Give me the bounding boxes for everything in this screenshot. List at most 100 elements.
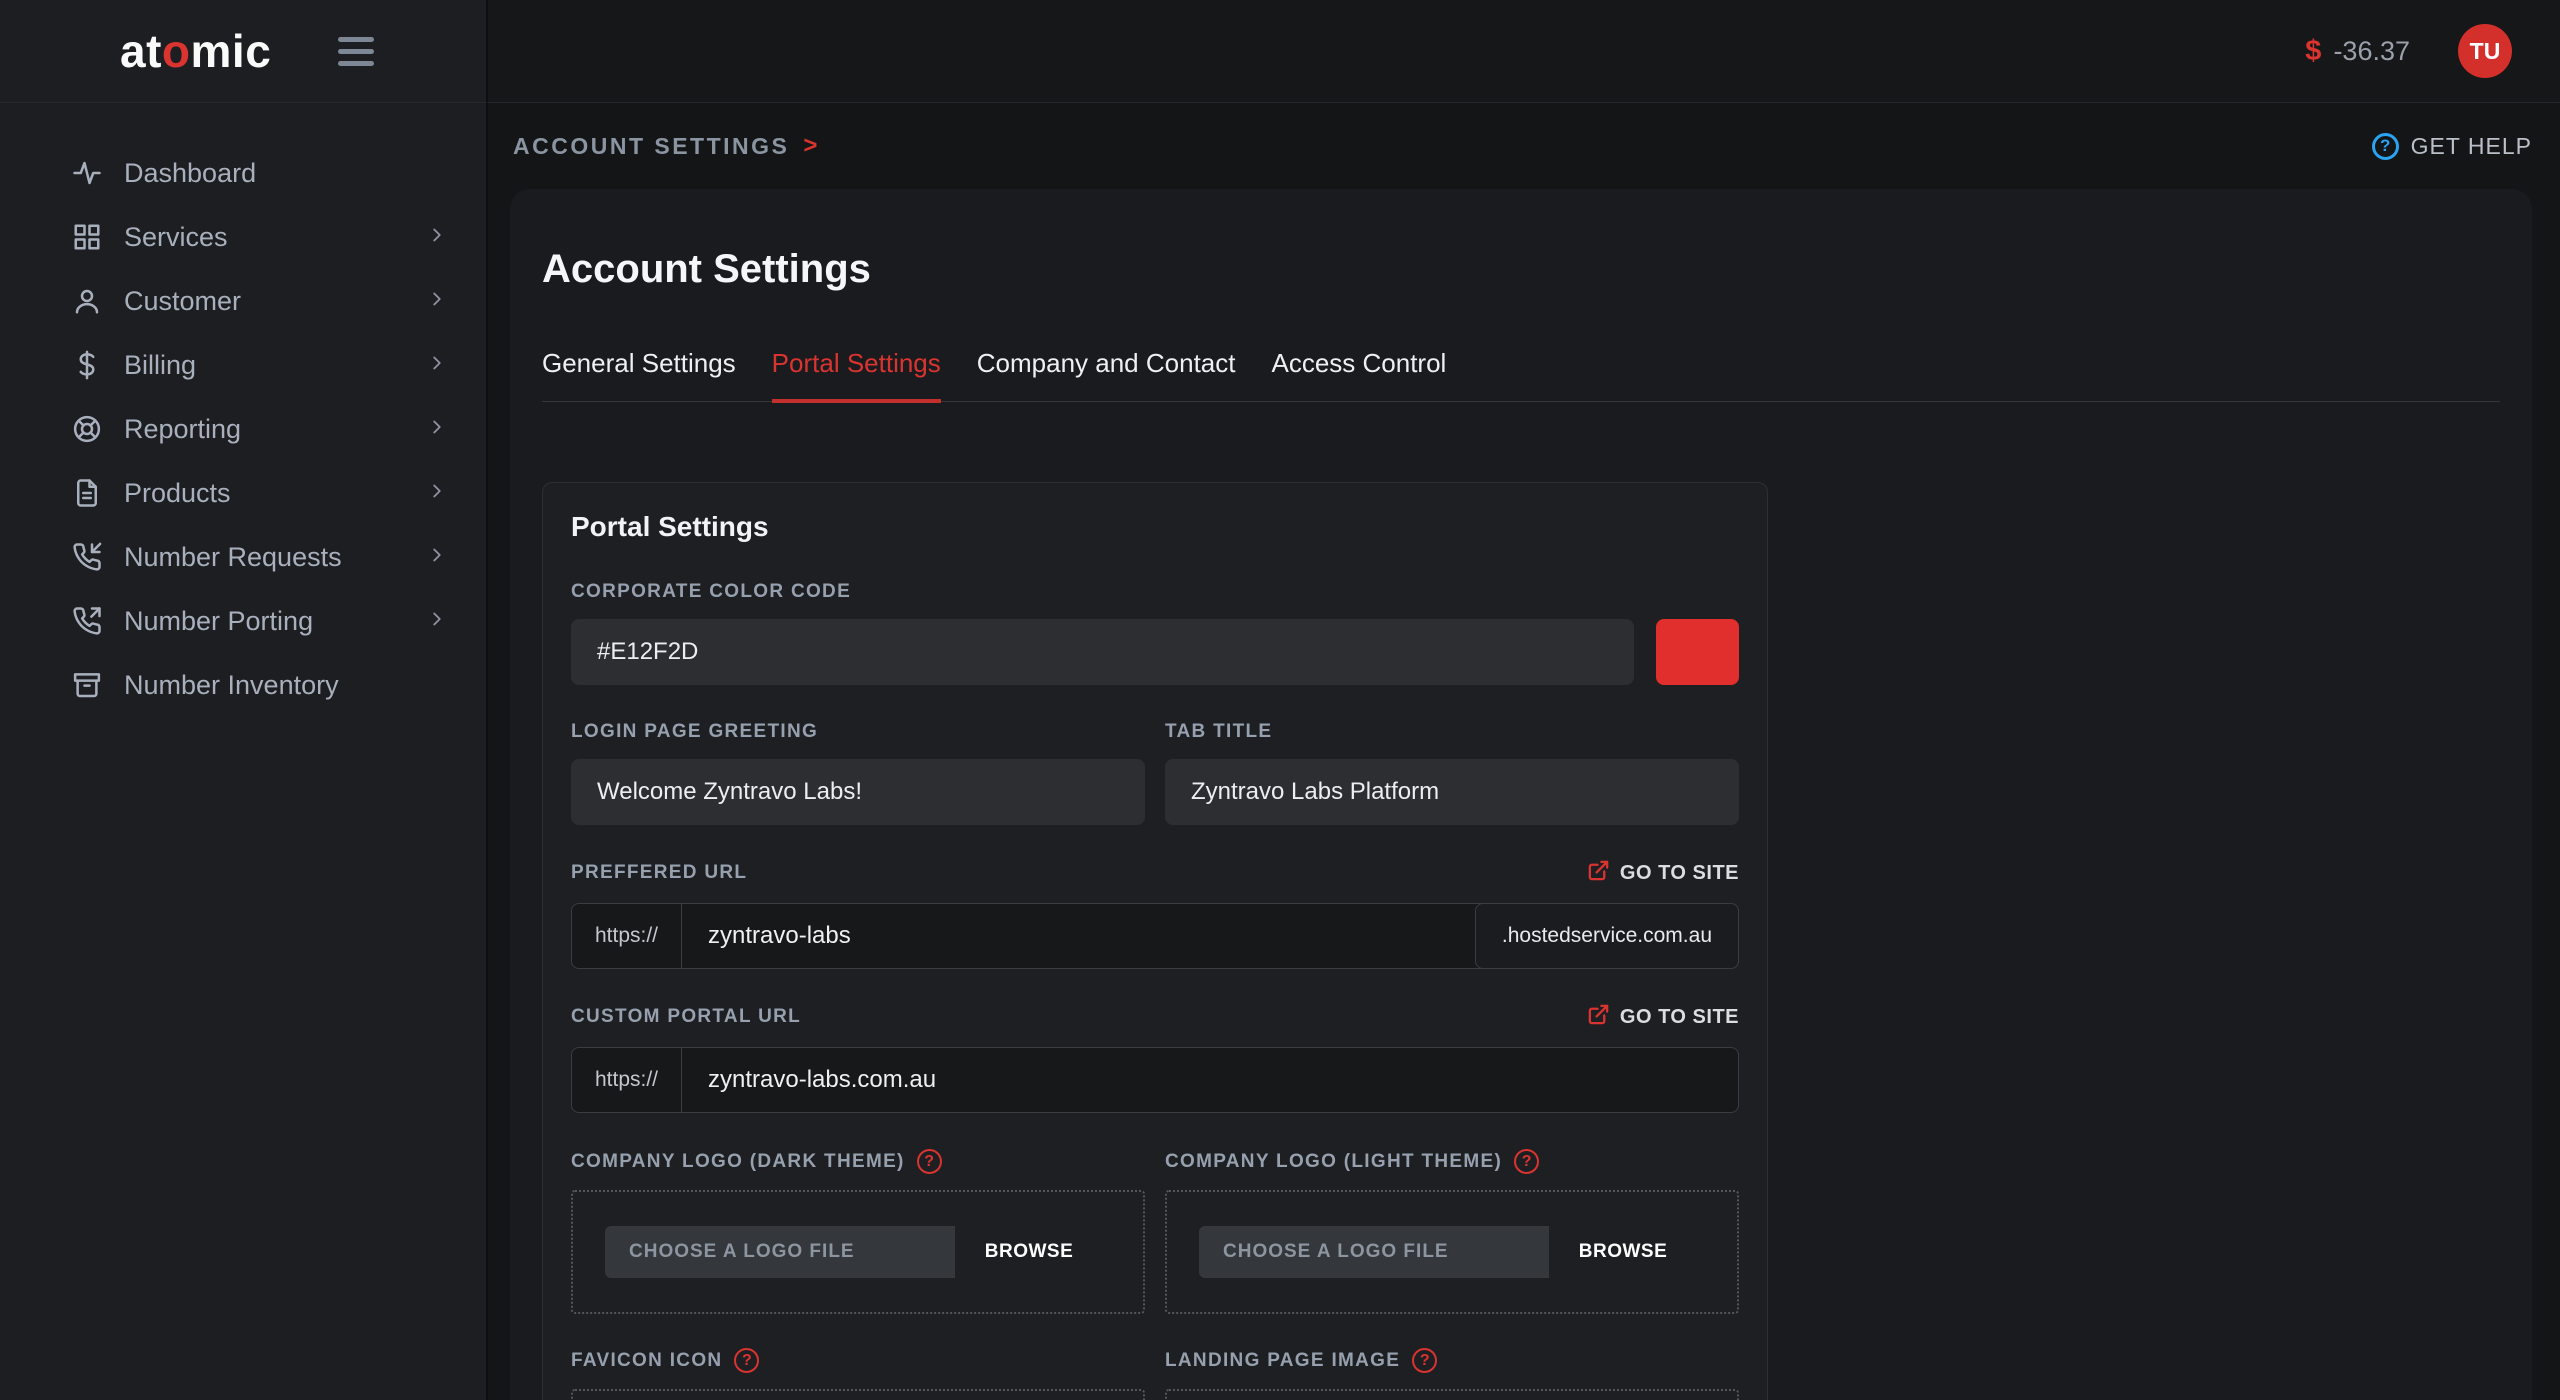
file-picker[interactable]: CHOOSE A LOGO FILE BROWSE <box>1199 1226 1697 1278</box>
breadcrumb-label: ACCOUNT SETTINGS <box>513 133 789 160</box>
external-link-icon <box>1587 859 1610 887</box>
atomic-logo: atomic <box>120 24 271 78</box>
preferred-url-label-row: PREFFERED URL GO TO SITE <box>571 859 1739 887</box>
portal-settings-card: Portal Settings CORPORATE COLOR CODE LOG… <box>542 482 1768 1400</box>
breadcrumb[interactable]: ACCOUNT SETTINGS > <box>513 132 817 160</box>
landing-page-image-label: LANDING PAGE IMAGE <box>1165 1350 1400 1372</box>
go-to-site-label: GO TO SITE <box>1620 862 1739 885</box>
sidebar-item-services[interactable]: Services <box>0 205 486 269</box>
chevron-right-icon <box>426 478 448 509</box>
sidebar-item-dashboard[interactable]: Dashboard <box>0 141 486 205</box>
color-swatch[interactable] <box>1656 619 1739 685</box>
menu-toggle-icon[interactable] <box>338 37 374 66</box>
color-code-label-row: CORPORATE COLOR CODE <box>571 581 1739 603</box>
account-balance: $ -36.37 <box>2305 35 2410 68</box>
company-logo-dark-field: COMPANY LOGO (DARK THEME) ? CHOOSE A LOG… <box>571 1149 1145 1314</box>
sidebar-item-billing[interactable]: Billing <box>0 333 486 397</box>
sidebar-item-label: Products <box>124 478 231 509</box>
sidebar-item-label: Number Requests <box>124 542 342 573</box>
preferred-url-input[interactable] <box>682 904 1476 968</box>
archive-icon <box>72 670 102 700</box>
custom-url-label: CUSTOM PORTAL URL <box>571 1006 801 1028</box>
get-help-label: GET HELP <box>2411 133 2532 160</box>
preferred-url-label: PREFFERED URL <box>571 862 747 884</box>
greeting-row: LOGIN PAGE GREETING TAB TITLE <box>571 721 1739 825</box>
sidebar-item-products[interactable]: Products <box>0 461 486 525</box>
favicon-field: FAVICON ICON ? CHOOSE AN ICON FILE BROWS… <box>571 1348 1145 1400</box>
file-picker[interactable]: CHOOSE A LOGO FILE BROWSE <box>605 1226 1103 1278</box>
company-logo-light-dropzone[interactable]: CHOOSE A LOGO FILE BROWSE <box>1165 1190 1739 1314</box>
sidebar-item-label: Dashboard <box>124 158 256 189</box>
tab-access-control[interactable]: Access Control <box>1271 348 1446 401</box>
favicon-upload-row: FAVICON ICON ? CHOOSE AN ICON FILE BROWS… <box>571 1348 1739 1400</box>
url-domain-suffix: .hostedservice.com.au <box>1475 903 1739 969</box>
chevron-right-icon <box>426 542 448 573</box>
custom-url-input[interactable] <box>682 1048 1738 1112</box>
browse-button[interactable]: BROWSE <box>955 1226 1103 1278</box>
tab-general-settings[interactable]: General Settings <box>542 348 736 401</box>
help-circle-icon[interactable]: ? <box>1514 1149 1539 1174</box>
favicon-dropzone[interactable]: CHOOSE AN ICON FILE BROWSE <box>571 1389 1145 1400</box>
landing-page-image-dropzone[interactable]: CHOOSE AN IMAGE FILE BROWSE <box>1165 1389 1739 1400</box>
company-logo-light-field: COMPANY LOGO (LIGHT THEME) ? CHOOSE A LO… <box>1165 1149 1739 1314</box>
tab-title-field: TAB TITLE <box>1165 721 1739 825</box>
dollar-icon <box>72 350 102 380</box>
custom-url-label-row: CUSTOM PORTAL URL GO TO SITE <box>571 1003 1739 1031</box>
sidebar-item-number-requests[interactable]: Number Requests <box>0 525 486 589</box>
lifebuoy-icon <box>72 414 102 444</box>
sidebar-item-label: Number Porting <box>124 606 313 637</box>
top-bar: $ -36.37 TU <box>488 0 2560 103</box>
go-to-site-label: GO TO SITE <box>1620 1006 1739 1029</box>
chevron-right-icon: > <box>803 132 817 160</box>
sidebar-item-number-porting[interactable]: Number Porting <box>0 589 486 653</box>
app-root: atomic $ -36.37 TU Dashboard Services Cu… <box>0 0 2560 1400</box>
get-help-button[interactable]: ? GET HELP <box>2372 133 2532 160</box>
user-icon <box>72 286 102 316</box>
company-logo-dark-dropzone[interactable]: CHOOSE A LOGO FILE BROWSE <box>571 1190 1145 1314</box>
sidebar-item-customer[interactable]: Customer <box>0 269 486 333</box>
logo-o-mark: o <box>162 25 191 77</box>
help-circle-icon[interactable]: ? <box>1412 1348 1437 1373</box>
chevron-right-icon <box>426 606 448 637</box>
logo-text-mic: mic <box>191 25 272 77</box>
file-placeholder: CHOOSE A LOGO FILE <box>605 1226 955 1278</box>
sidebar-item-label: Customer <box>124 286 241 317</box>
help-circle-icon: ? <box>2372 133 2399 160</box>
logo-upload-row: COMPANY LOGO (DARK THEME) ? CHOOSE A LOG… <box>571 1149 1739 1314</box>
sidebar-item-reporting[interactable]: Reporting <box>0 397 486 461</box>
sidebar-nav: Dashboard Services Customer Billing Repo… <box>0 103 488 1400</box>
color-code-label: CORPORATE COLOR CODE <box>571 581 851 603</box>
breadcrumb-bar: ACCOUNT SETTINGS > ? GET HELP <box>488 103 2560 189</box>
custom-url-go-to-site-link[interactable]: GO TO SITE <box>1587 1003 1739 1031</box>
help-circle-icon[interactable]: ? <box>734 1348 759 1373</box>
content-panel: Account Settings General Settings Portal… <box>510 189 2532 1400</box>
tab-title-label: TAB TITLE <box>1165 721 1739 743</box>
tab-company-and-contact[interactable]: Company and Contact <box>977 348 1236 401</box>
dollar-icon: $ <box>2305 35 2321 68</box>
page-title: Account Settings <box>542 247 2500 292</box>
url-scheme-prefix: https:// <box>572 904 682 968</box>
browse-button[interactable]: BROWSE <box>1549 1226 1697 1278</box>
sidebar-item-label: Services <box>124 222 228 253</box>
document-icon <box>72 478 102 508</box>
tab-title-input[interactable] <box>1165 759 1739 825</box>
company-logo-dark-label: COMPANY LOGO (DARK THEME) <box>571 1151 905 1173</box>
sidebar-item-number-inventory[interactable]: Number Inventory <box>0 653 486 717</box>
preferred-url-group: https:// .hostedservice.com.au <box>571 903 1739 969</box>
preferred-url-go-to-site-link[interactable]: GO TO SITE <box>1587 859 1739 887</box>
sidebar-item-label: Reporting <box>124 414 241 445</box>
color-code-input[interactable] <box>571 619 1634 685</box>
color-code-row <box>571 619 1739 685</box>
avatar[interactable]: TU <box>2458 24 2512 78</box>
grid-icon <box>72 222 102 252</box>
settings-tabs: General Settings Portal Settings Company… <box>542 348 2500 402</box>
login-greeting-input[interactable] <box>571 759 1145 825</box>
phone-outgoing-icon <box>72 606 102 636</box>
tab-portal-settings[interactable]: Portal Settings <box>772 348 941 401</box>
login-greeting-field: LOGIN PAGE GREETING <box>571 721 1145 825</box>
phone-incoming-icon <box>72 542 102 572</box>
sidebar-item-label: Number Inventory <box>124 670 339 701</box>
favicon-label: FAVICON ICON <box>571 1350 722 1372</box>
sidebar-item-label: Billing <box>124 350 196 381</box>
help-circle-icon[interactable]: ? <box>917 1149 942 1174</box>
